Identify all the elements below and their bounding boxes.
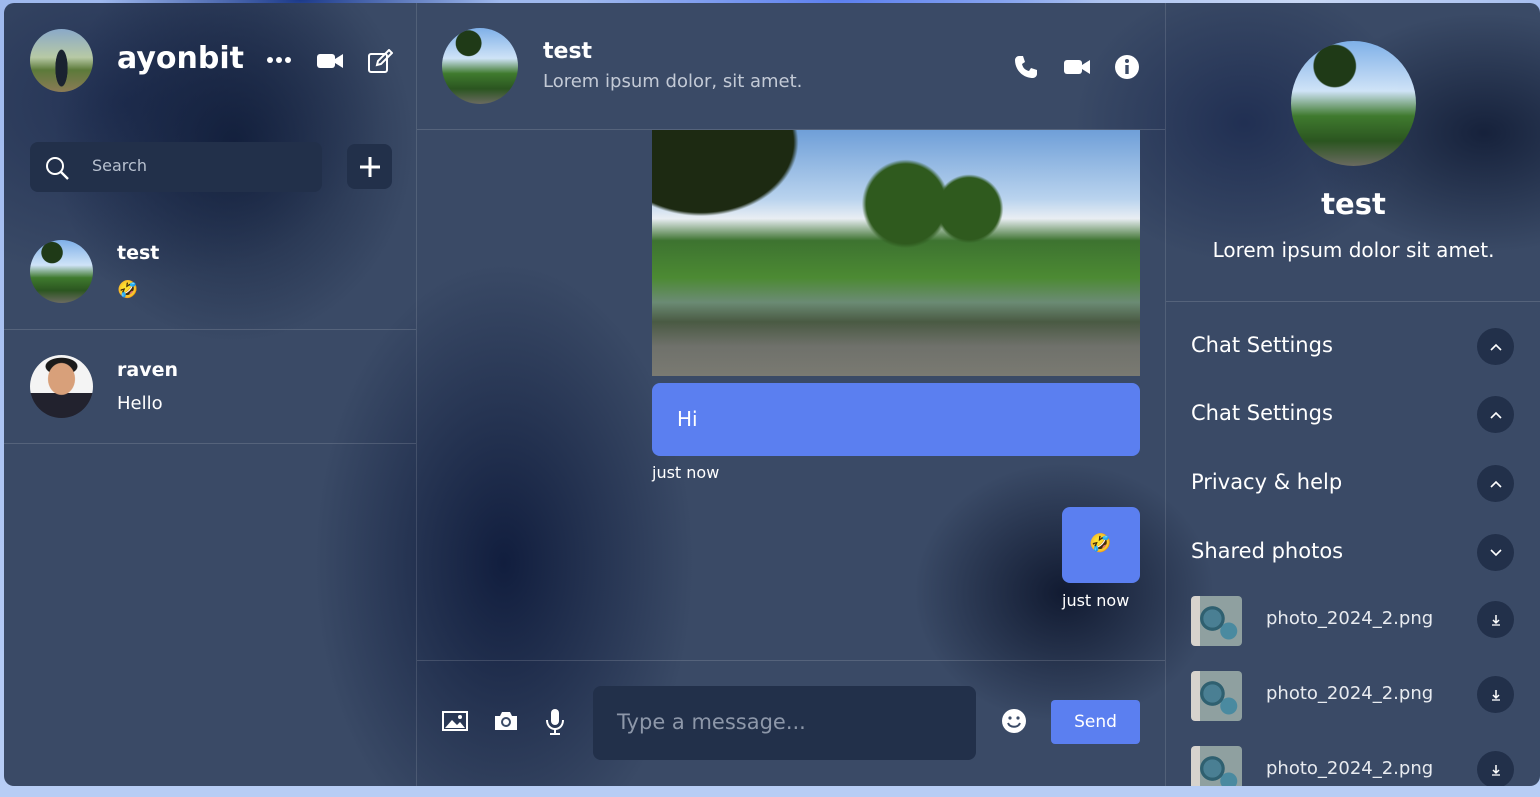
phone-icon[interactable]	[1011, 52, 1041, 82]
info-icon[interactable]	[1112, 52, 1142, 82]
chevron-up-icon[interactable]	[1477, 328, 1514, 365]
download-icon[interactable]	[1477, 751, 1514, 786]
chat-list-item-test[interactable]: test 🤣	[4, 218, 416, 330]
conversation-status: Lorem ipsum dolor, sit amet.	[543, 71, 803, 92]
details-name: test	[1321, 187, 1386, 221]
user-avatar[interactable]	[30, 29, 93, 92]
image-icon[interactable]	[441, 709, 469, 733]
section-privacy-help[interactable]: Privacy & help	[1191, 470, 1342, 494]
chat-name: raven	[117, 359, 178, 381]
message-input[interactable]: Type a message...	[593, 686, 976, 760]
photo-filename: photo_2024_2.png	[1266, 608, 1434, 629]
chat-name: test	[117, 242, 160, 264]
chat-last-message: Hello	[117, 393, 163, 414]
search-input[interactable]: Search	[30, 142, 322, 192]
message-bubble: Hi	[652, 383, 1140, 456]
chevron-up-icon[interactable]	[1477, 396, 1514, 433]
search-icon	[46, 157, 69, 180]
user-name: ayonbit	[117, 41, 244, 76]
chat-last-message: 🤣	[117, 280, 139, 300]
message-input-placeholder: Type a message...	[617, 710, 806, 734]
chat-app-window: ayonbit Search test 🤣 raven Hello test L…	[4, 3, 1540, 786]
divider	[1166, 301, 1540, 302]
message-time: just now	[652, 463, 720, 482]
plus-icon	[359, 156, 380, 177]
mic-icon[interactable]	[543, 707, 567, 737]
camera-icon[interactable]	[491, 708, 521, 734]
details-panel: test Lorem ipsum dolor sit amet. Chat Se…	[1165, 3, 1540, 786]
download-icon[interactable]	[1477, 601, 1514, 638]
message-bubble: 🤣	[1062, 507, 1140, 583]
chevron-up-icon[interactable]	[1477, 465, 1514, 502]
conversation-avatar[interactable]	[442, 28, 518, 104]
section-chat-settings[interactable]: Chat Settings	[1191, 333, 1333, 357]
details-description: Lorem ipsum dolor sit amet.	[1212, 238, 1495, 262]
chat-list-panel: ayonbit Search test 🤣 raven Hello	[4, 3, 417, 786]
message-text: Hi	[677, 407, 698, 431]
add-chat-button[interactable]	[347, 144, 392, 189]
avatar	[30, 240, 93, 303]
edit-icon[interactable]	[365, 48, 395, 76]
details-avatar	[1291, 41, 1416, 166]
avatar	[30, 355, 93, 418]
message-time: just now	[1062, 591, 1130, 610]
photo-thumbnail[interactable]	[1191, 596, 1242, 646]
chat-list-item-raven[interactable]: raven Hello	[4, 330, 416, 444]
more-options-icon[interactable]	[264, 50, 294, 70]
conversation-header: test Lorem ipsum dolor, sit amet.	[417, 3, 1165, 130]
conversation-name: test	[543, 39, 593, 64]
video-call-icon[interactable]	[315, 50, 345, 72]
section-chat-settings-2[interactable]: Chat Settings	[1191, 401, 1333, 425]
photo-thumbnail[interactable]	[1191, 746, 1242, 786]
photo-thumbnail[interactable]	[1191, 671, 1242, 721]
search-placeholder: Search	[92, 156, 147, 175]
section-shared-photos[interactable]: Shared photos	[1191, 539, 1343, 563]
emoji-icon[interactable]	[999, 706, 1029, 736]
photo-filename: photo_2024_2.png	[1266, 683, 1434, 704]
message-text: 🤣	[1089, 533, 1112, 554]
send-button[interactable]: Send	[1051, 700, 1140, 744]
photo-filename: photo_2024_2.png	[1266, 758, 1434, 779]
download-icon[interactable]	[1477, 676, 1514, 713]
chevron-down-icon[interactable]	[1477, 534, 1514, 571]
video-call-icon[interactable]	[1062, 55, 1092, 79]
image-message[interactable]	[652, 130, 1140, 376]
conversation-panel: test Lorem ipsum dolor, sit amet. Hi jus…	[417, 3, 1165, 786]
